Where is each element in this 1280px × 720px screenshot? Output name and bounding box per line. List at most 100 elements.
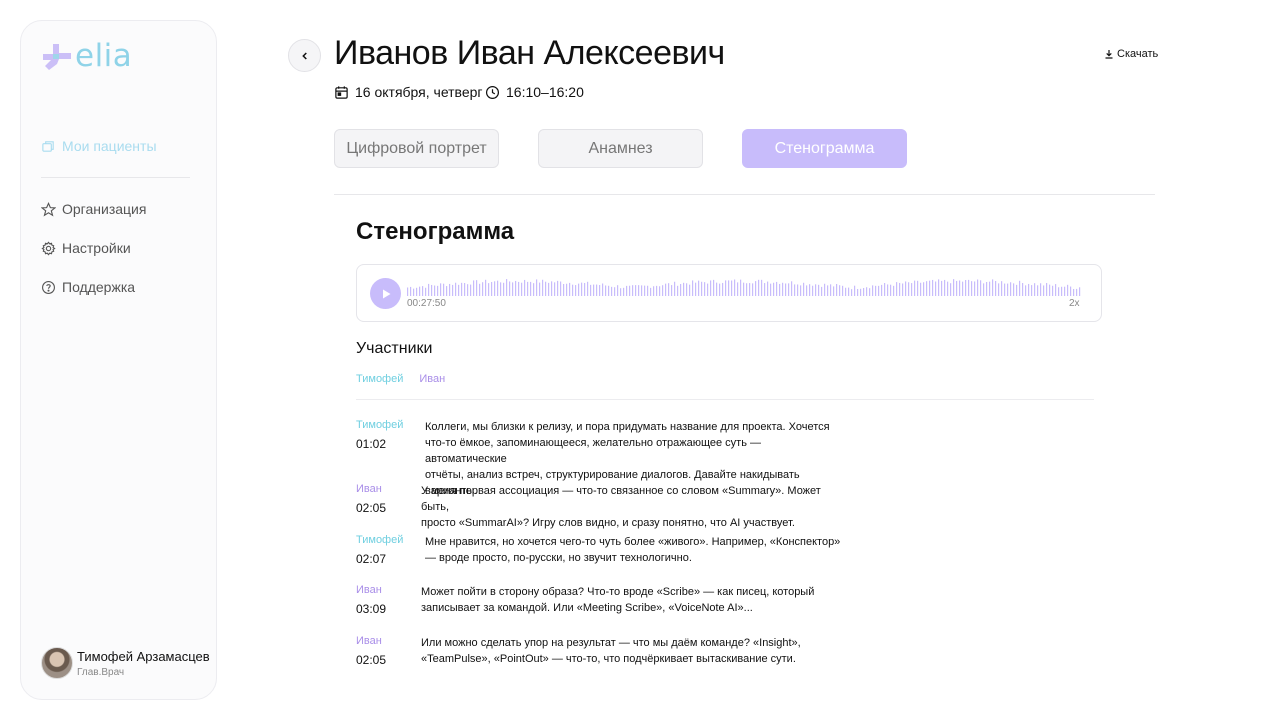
waveform-bar xyxy=(491,281,493,296)
sidebar-item-settings[interactable]: Настройки xyxy=(41,240,131,256)
sidebar-item-organization[interactable]: Организация xyxy=(41,201,146,217)
waveform-bar xyxy=(560,281,562,296)
timestamp[interactable]: 02:05 xyxy=(356,653,386,667)
waveform-bar xyxy=(908,282,910,296)
waveform-bar xyxy=(944,279,946,296)
waveform-bar xyxy=(590,284,592,296)
participants-title: Участники xyxy=(356,340,433,357)
waveform-bar xyxy=(827,285,829,296)
sidebar-item-label: Поддержка xyxy=(62,279,136,295)
waveform-bar xyxy=(848,287,850,296)
waveform-bar xyxy=(857,289,859,296)
waveform-bar xyxy=(956,280,958,296)
waveform-bar xyxy=(545,281,547,296)
back-button[interactable] xyxy=(288,39,321,72)
waveform-bar xyxy=(632,285,634,296)
waveform[interactable] xyxy=(407,278,1082,296)
waveform-bar xyxy=(1010,282,1012,296)
waveform-bar xyxy=(431,284,433,296)
timestamp[interactable]: 02:05 xyxy=(356,501,386,515)
waveform-bar xyxy=(995,280,997,296)
waveform-bar xyxy=(1046,282,1048,296)
waveform-bar xyxy=(665,283,667,296)
sidebar-item-label: Организация xyxy=(62,201,147,217)
waveform-bar xyxy=(650,287,652,296)
message-text: Или можно сделать упор на результат — чт… xyxy=(421,635,841,667)
waveform-bar xyxy=(416,287,418,296)
timestamp[interactable]: 01:02 xyxy=(356,437,386,451)
waveform-bar xyxy=(899,282,901,296)
waveform-bar xyxy=(791,281,793,296)
waveform-bar xyxy=(407,287,409,296)
waveform-bar xyxy=(644,285,646,296)
waveform-bar xyxy=(494,281,496,296)
waveform-bar xyxy=(605,285,607,296)
waveform-bar xyxy=(713,279,715,296)
waveform-bar xyxy=(506,279,508,296)
sidebar-divider xyxy=(41,177,190,178)
waveform-bar xyxy=(893,285,895,296)
waveform-bar xyxy=(629,285,631,296)
waveform-bar xyxy=(1028,283,1030,296)
waveform-bar xyxy=(572,284,574,296)
waveform-bar xyxy=(419,286,421,296)
waveform-bar xyxy=(803,282,805,296)
help-circle-icon xyxy=(42,280,55,294)
waveform-bar xyxy=(1064,286,1066,296)
waveform-bar xyxy=(440,283,442,296)
tab-digital-portrait[interactable]: Цифровой портрет xyxy=(334,129,499,168)
waveform-bar xyxy=(767,281,769,296)
waveform-bar xyxy=(800,285,802,296)
participant-name[interactable]: Тимофей xyxy=(356,373,403,385)
waveform-bar xyxy=(527,281,529,296)
waveform-bar xyxy=(1019,280,1021,296)
waveform-bar xyxy=(917,280,919,296)
sidebar-item-support[interactable]: Поддержка xyxy=(41,279,135,295)
timestamp[interactable]: 03:09 xyxy=(356,602,386,616)
waveform-bar xyxy=(812,285,814,296)
waveform-bar xyxy=(878,285,880,296)
waveform-bar xyxy=(1055,284,1057,296)
speaker-name: Тимофей xyxy=(356,534,404,546)
waveform-bar xyxy=(599,285,601,296)
waveform-bar xyxy=(608,285,610,296)
waveform-bar xyxy=(869,288,871,296)
waveform-bar xyxy=(851,289,853,296)
waveform-bar xyxy=(635,285,637,296)
avatar xyxy=(41,647,73,679)
waveform-bar xyxy=(1076,288,1078,296)
waveform-bar xyxy=(653,286,655,296)
waveform-bar xyxy=(788,283,790,296)
waveform-bar xyxy=(593,284,595,296)
waveform-bar xyxy=(731,280,733,296)
waveform-bar xyxy=(587,281,589,296)
logo[interactable]: elia xyxy=(41,41,132,72)
user-profile[interactable]: Тимофей Арзамасцев Глав.Врач xyxy=(41,647,210,679)
waveform-bar xyxy=(515,280,517,296)
waveform-bar xyxy=(779,283,781,296)
timestamp[interactable]: 02:07 xyxy=(356,552,386,566)
waveform-bar xyxy=(773,282,775,296)
sidebar-item-patients[interactable]: Мои пациенты xyxy=(41,138,157,154)
waveform-bar xyxy=(686,283,688,296)
waveform-bar xyxy=(659,286,661,296)
tab-anamnesis[interactable]: Анамнез xyxy=(538,129,703,168)
waveform-bar xyxy=(896,282,898,296)
waveform-bar xyxy=(1052,285,1054,296)
waveform-bar xyxy=(578,283,580,296)
waveform-bar xyxy=(413,288,415,296)
playback-speed[interactable]: 2x xyxy=(1069,298,1080,309)
waveform-bar xyxy=(701,281,703,296)
participant-name[interactable]: Иван xyxy=(419,373,445,385)
download-icon xyxy=(1105,50,1113,59)
waveform-bar xyxy=(740,279,742,296)
waveform-bar xyxy=(941,280,943,296)
play-button[interactable] xyxy=(370,278,401,309)
sidebar: elia Мои пациенты Организация Настройки … xyxy=(20,20,217,700)
message-text: У меня первая ассоциация — что-то связан… xyxy=(421,483,841,531)
tab-transcript[interactable]: Стенограмма xyxy=(742,129,907,168)
waveform-bar xyxy=(422,286,424,296)
download-button[interactable]: Скачать xyxy=(1104,48,1158,60)
waveform-bar xyxy=(902,283,904,296)
waveform-bar xyxy=(602,283,604,296)
